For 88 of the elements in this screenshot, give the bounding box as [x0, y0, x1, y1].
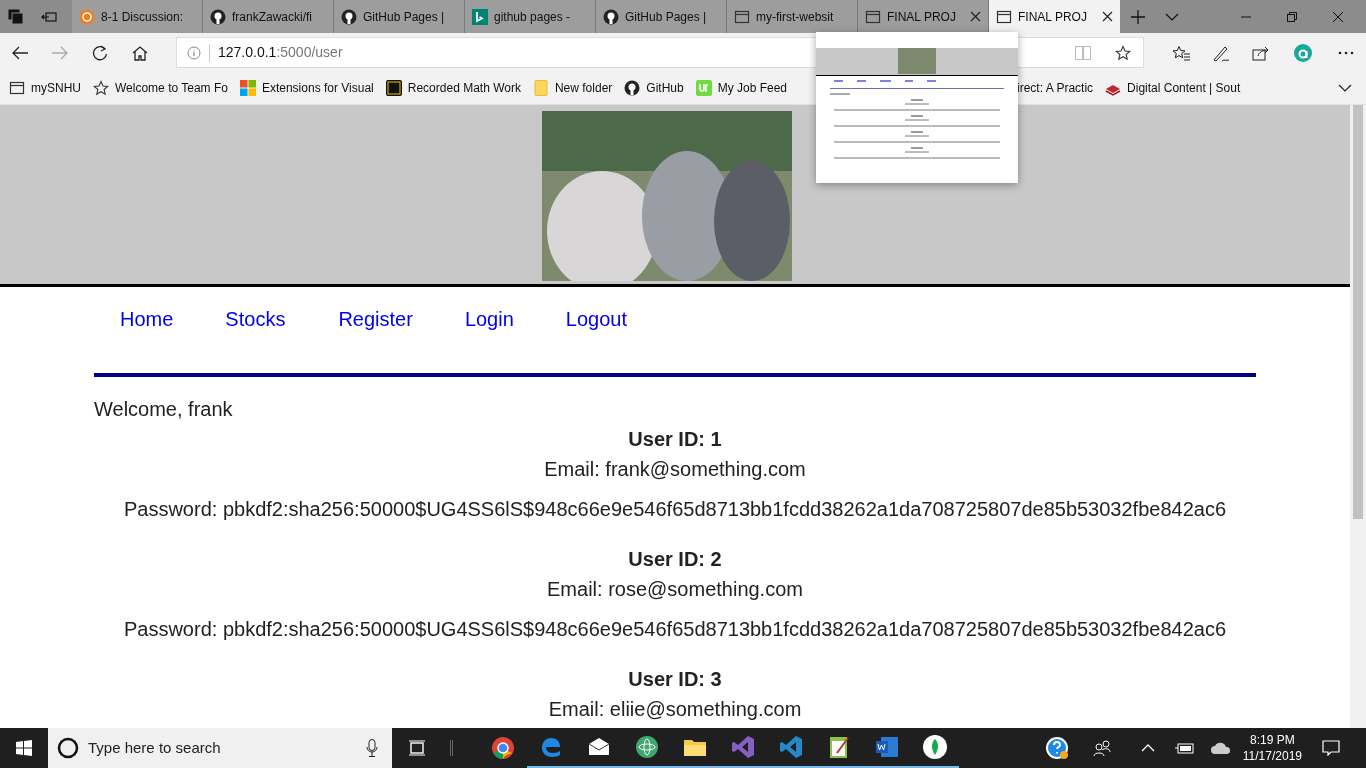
search-icon	[57, 737, 79, 759]
chevron-down-icon[interactable]	[1338, 84, 1352, 92]
logo-icon	[79, 8, 95, 25]
folder-icon	[532, 80, 549, 96]
help-icon[interactable]	[1044, 736, 1069, 760]
tab-title: github pages -	[494, 8, 572, 26]
page-icon	[996, 8, 1012, 25]
new-tab-icon[interactable]	[1131, 9, 1145, 24]
clock[interactable]: 8:19 PM 11/17/2019	[1242, 732, 1302, 764]
vscode-logo-icon	[779, 735, 803, 759]
star-icon[interactable]	[1115, 44, 1131, 61]
leaf-logo-icon	[923, 735, 947, 759]
four-squares-icon	[239, 80, 256, 96]
people-icon[interactable]	[1092, 740, 1111, 756]
microphone-icon[interactable]	[366, 739, 378, 757]
task-view-icon[interactable]	[408, 740, 426, 756]
battery-icon[interactable]	[1174, 742, 1195, 754]
tab-title: FINAL PROJ	[1018, 8, 1088, 26]
page-icon	[9, 80, 25, 96]
nav-link[interactable]: Register	[338, 304, 413, 334]
nav-link[interactable]: Logout	[565, 304, 627, 334]
info-icon	[187, 45, 201, 60]
refresh-icon[interactable]	[92, 44, 108, 61]
close-icon[interactable]	[1102, 11, 1113, 22]
up-logo-icon	[695, 80, 712, 96]
close-icon[interactable]	[1333, 11, 1343, 22]
home-icon[interactable]	[132, 44, 148, 61]
close-icon[interactable]	[970, 11, 981, 22]
tab-title: my-first-websit	[756, 8, 835, 26]
user-id-heading: User ID: 3	[627, 667, 723, 692]
notifications-icon[interactable]	[1322, 740, 1340, 756]
bookmark-link[interactable]: mySNHU	[31, 79, 81, 97]
password-text: Password: pbkdf2:sha256:50000$UG4SS6lS$948c66e9e546f65d8713bb1fcdd38262a1da708725807de85b53032fbe842ac6	[122, 497, 1228, 522]
browser-tab[interactable]: 8-1 Discussion:	[72, 0, 203, 33]
tab-title: FINAL PROJ	[887, 8, 957, 26]
url-text: 127.0.0.1:5000/user	[218, 43, 343, 62]
chevron-up-icon[interactable]	[1140, 744, 1155, 752]
user-id-heading: User ID: 2	[627, 547, 723, 572]
tab-overview-icon[interactable]	[8, 8, 24, 25]
star-icon	[93, 80, 109, 96]
more-icon[interactable]	[1338, 50, 1354, 55]
bookmark-link[interactable]: irect: A Practic	[1017, 79, 1094, 97]
e-logo-icon	[539, 735, 563, 759]
windows-logo-icon[interactable]	[16, 740, 32, 756]
browser-tab[interactable]: frankZawacki/fi	[203, 0, 334, 33]
browser-tab[interactable]: GitHub Pages |	[334, 0, 465, 33]
chevron-down-icon[interactable]	[1165, 12, 1179, 21]
tab-title: 8-1 Discussion:	[101, 8, 185, 26]
nav-link[interactable]: Login	[464, 304, 514, 334]
b-logo-icon	[472, 8, 488, 25]
bookmark-link[interactable]: My Job Feed	[717, 79, 788, 97]
welcome-text: Welcome, frank	[94, 397, 234, 422]
user-id-heading: User ID: 1	[627, 427, 723, 452]
word-logo-icon	[875, 735, 899, 759]
bookmark-link[interactable]: New folder	[554, 79, 613, 97]
notepad-icon	[827, 735, 851, 759]
cloud-icon[interactable]	[1210, 742, 1231, 754]
browser-tab[interactable]: FINAL PROJ	[989, 0, 1120, 33]
tab-title: GitHub Pages |	[363, 8, 446, 26]
page-icon	[865, 8, 881, 25]
favorites-icon[interactable]	[1172, 44, 1190, 61]
tab-title: frankZawacki/fi	[232, 8, 314, 26]
atom-icon	[635, 735, 659, 759]
nav-link[interactable]: Stocks	[225, 304, 286, 334]
email-text: Email: frank@something.com	[543, 457, 807, 482]
page-icon	[734, 8, 750, 25]
bookmark-link[interactable]: Digital Content | Sout	[1127, 79, 1241, 97]
bookmark-link[interactable]: Welcome to Team Fo	[115, 79, 228, 97]
bookmark-link[interactable]: Extensions for Visual	[261, 79, 374, 97]
browser-tab[interactable]: github pages -	[465, 0, 596, 33]
a-logo-icon[interactable]	[1294, 43, 1312, 62]
chrome-logo-icon	[491, 736, 515, 760]
vs-logo-icon	[731, 735, 755, 759]
scrollbar[interactable]	[1350, 105, 1366, 728]
bookmark-link[interactable]: Recorded Math Work	[407, 79, 521, 97]
password-text: Password: pbkdf2:sha256:50000$UG4SS6lS$948c66e9e546f65d8713bb1fcdd38262a1da708725807de85b53032fbe842ac6	[122, 617, 1228, 642]
email-text: Email: rose@something.com	[546, 577, 804, 602]
share-icon[interactable]	[1252, 44, 1270, 61]
restore-icon[interactable]	[1287, 11, 1297, 22]
browser-tab[interactable]: FINAL PROJ	[858, 0, 989, 33]
back-icon[interactable]	[12, 45, 28, 60]
nav-link[interactable]: Home	[120, 304, 174, 334]
browser-tab[interactable]: GitHub Pages |	[596, 0, 727, 33]
browser-tab[interactable]: my-first-websit	[727, 0, 858, 33]
taskbar-search-field[interactable]: Type here to search	[48, 728, 392, 768]
email-text: Email: eliie@something.com	[547, 697, 803, 722]
bookmark-link[interactable]: GitHub	[646, 79, 684, 97]
tab-title: GitHub Pages |	[625, 8, 708, 26]
